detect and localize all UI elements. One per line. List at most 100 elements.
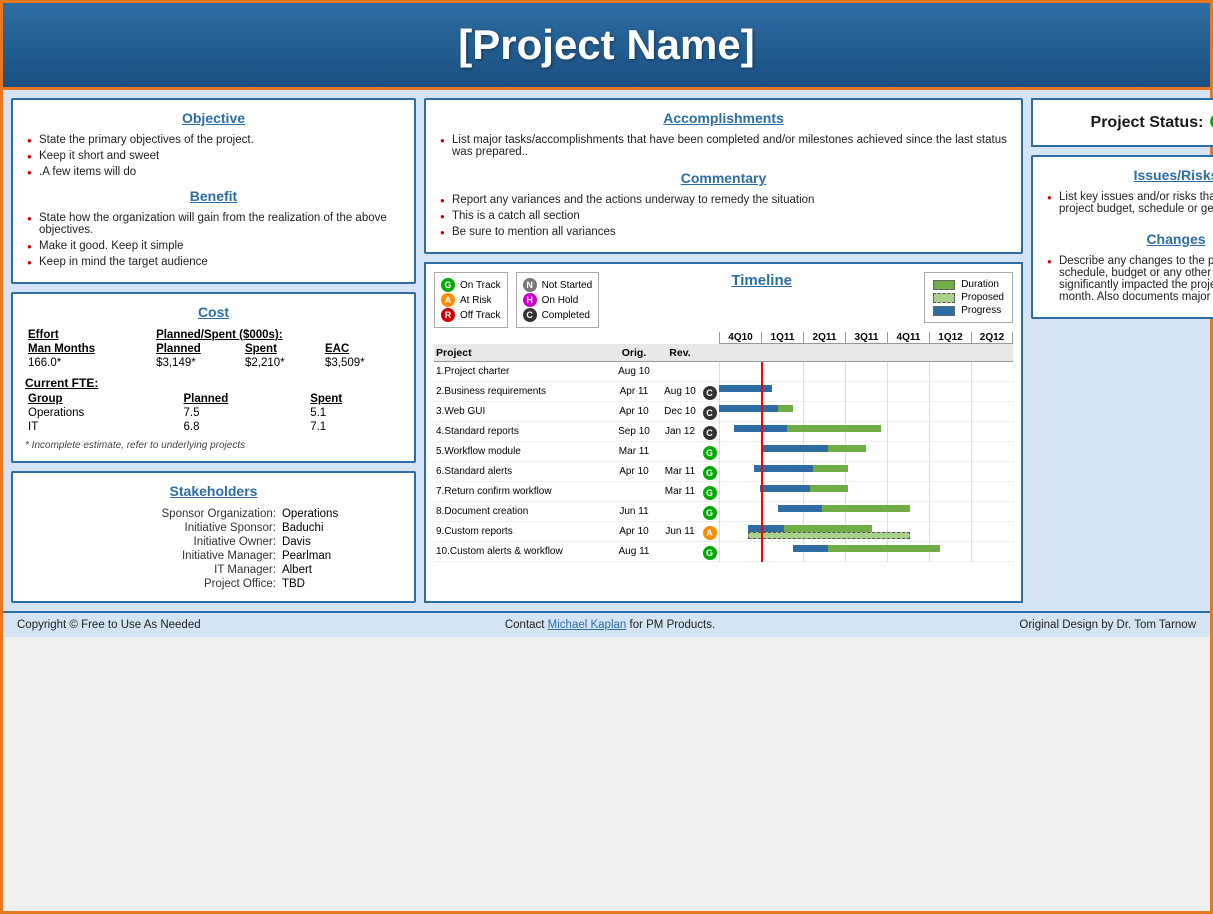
badge-c: C xyxy=(523,308,537,322)
bar-9-1 xyxy=(793,545,828,552)
track-on-hold: H On Hold xyxy=(523,293,593,307)
proj-name-2: 3.Web GUI xyxy=(434,406,609,417)
q-2q12: 2Q12 xyxy=(971,332,1013,343)
fte-label: Current FTE: xyxy=(25,376,402,390)
red-line xyxy=(761,362,763,382)
timeline-rows: 1.Project charterAug 102.Business requir… xyxy=(434,362,1013,562)
q-3q11: 3Q11 xyxy=(845,332,887,343)
proj-badge-2: C xyxy=(703,406,717,420)
track-completed-label: Completed xyxy=(542,310,590,321)
proj-rev-1: Aug 10 xyxy=(659,386,701,397)
fte-col-spent: Spent xyxy=(307,392,402,406)
legend-progress-color xyxy=(933,306,955,316)
footer-right: Original Design by Dr. Tom Tarnow xyxy=(1019,619,1196,631)
timeline-project-row-2: 3.Web GUIApr 10Dec 10C xyxy=(434,402,1013,422)
proj-orig-9: Aug 11 xyxy=(609,546,659,557)
proj-badge-3: C xyxy=(703,426,717,440)
footer-link[interactable]: Michael Kaplan xyxy=(548,619,627,631)
stake-label-3: Initiative Manager: xyxy=(25,549,282,563)
proj-rev-3: Jan 12 xyxy=(659,426,701,437)
fte-row-1: Operations 7.5 5.1 xyxy=(25,406,402,420)
middle-column: Accomplishments List major tasks/accompl… xyxy=(424,98,1023,603)
red-line xyxy=(761,462,763,482)
track-completed: C Completed xyxy=(523,308,593,322)
project-status-label: Project Status: xyxy=(1091,114,1204,132)
proj-status-4: G xyxy=(701,443,719,461)
proj-status-8: A xyxy=(701,523,719,541)
fte-spent-2: 7.1 xyxy=(307,420,402,434)
val-man-months: 166.0* xyxy=(25,356,153,370)
proj-status-9: G xyxy=(701,543,719,561)
stake-value-5: TBD xyxy=(282,577,402,591)
stake-label-0: Sponsor Organization: xyxy=(25,507,282,521)
q-4q11: 4Q11 xyxy=(887,332,929,343)
red-line xyxy=(761,442,763,462)
benefit-item-3: Keep in mind the target audience xyxy=(25,256,402,268)
timeline-project-row-6: 7.Return confirm workflowMar 11G xyxy=(434,482,1013,502)
bar-1-0 xyxy=(719,385,772,392)
col-project: Project xyxy=(434,347,609,359)
stakeholder-row-2: Initiative Owner: Davis xyxy=(25,535,402,549)
stakeholders-title: Stakeholders xyxy=(25,483,402,499)
proj-bar-area-5 xyxy=(719,462,1013,482)
timeline-quarter-headers: 4Q10 1Q11 2Q11 3Q11 4Q11 1Q12 2Q12 xyxy=(719,332,1013,344)
stake-label-2: Initiative Owner: xyxy=(25,535,282,549)
timeline-col-headers: Project Orig. Rev. xyxy=(434,344,1013,362)
q-4q10: 4Q10 xyxy=(719,332,761,343)
q-2q11: 2Q11 xyxy=(803,332,845,343)
proj-bar-area-0 xyxy=(719,362,1013,382)
fte-col-group: Group xyxy=(25,392,181,406)
accomplishment-item-1: List major tasks/accomplishments that ha… xyxy=(438,134,1009,158)
right-column: Project Status: Green Issues/Risks List … xyxy=(1031,98,1213,603)
red-line xyxy=(761,482,763,502)
timeline-project-row-1: 2.Business requirementsApr 11Aug 10C xyxy=(434,382,1013,402)
stake-label-1: Initiative Sponsor: xyxy=(25,521,282,535)
proj-orig-4: Mar 11 xyxy=(609,446,659,457)
proj-name-7: 8.Document creation xyxy=(434,506,609,517)
stakeholder-row-4: IT Manager: Albert xyxy=(25,563,402,577)
red-line xyxy=(761,422,763,442)
proj-orig-0: Aug 10 xyxy=(609,366,659,377)
objective-item-3: .A few items will do xyxy=(25,166,402,178)
proj-badge-9: G xyxy=(703,546,717,560)
proj-orig-7: Jun 11 xyxy=(609,506,659,517)
legend-duration-color xyxy=(933,280,955,290)
changes-list: Describe any changes to the project obje… xyxy=(1045,255,1213,303)
benefit-list: State how the organization will gain fro… xyxy=(25,212,402,268)
left-column: Objective State the primary objectives o… xyxy=(11,98,416,603)
timeline-title: Timeline xyxy=(607,272,916,289)
issues-item-1: List key issues and/or risks that may af… xyxy=(1045,191,1213,215)
issues-risks-title: Issues/Risks xyxy=(1045,167,1213,183)
proj-bar-area-8 xyxy=(719,522,1013,542)
objective-list: State the primary objectives of the proj… xyxy=(25,134,402,178)
proj-bar-area-9 xyxy=(719,542,1013,562)
stake-value-4: Albert xyxy=(282,563,402,577)
cost-table: Effort Planned/Spent ($000s): Man Months… xyxy=(25,328,402,370)
bar-5-1 xyxy=(754,465,813,472)
proj-rev-6: Mar 11 xyxy=(659,486,701,497)
fte-table: Group Planned Spent Operations 7.5 5.1 I… xyxy=(25,392,402,434)
track-at-risk-label: At Risk xyxy=(460,295,492,306)
effort-label: Effort xyxy=(25,328,153,342)
timeline-project-row-3: 4.Standard reportsSep 10Jan 12C xyxy=(434,422,1013,442)
fte-planned-1: 7.5 xyxy=(181,406,308,420)
proj-status-5: G xyxy=(701,463,719,481)
col-man-months: Man Months xyxy=(25,342,153,356)
benefit-item-2: Make it good. Keep it simple xyxy=(25,240,402,252)
legend-proposed-color xyxy=(933,293,955,303)
commentary-item-1: Report any variances and the actions und… xyxy=(438,194,1009,206)
col-orig: Orig. xyxy=(609,347,659,359)
timeline-chart: 4Q10 1Q11 2Q11 3Q11 4Q11 1Q12 2Q12 Proje… xyxy=(434,332,1013,562)
track-legend: G On Track A At Risk R Off Track xyxy=(434,272,508,328)
proj-rev-5: Mar 11 xyxy=(659,466,701,477)
col-planned: Planned xyxy=(153,342,242,356)
proj-orig-2: Apr 10 xyxy=(609,406,659,417)
track-legend-2: N Not Started H On Hold C Completed xyxy=(516,272,600,328)
badge-r: R xyxy=(441,308,455,322)
accomplishments-list: List major tasks/accomplishments that ha… xyxy=(438,134,1009,158)
fte-row-2: IT 6.8 7.1 xyxy=(25,420,402,434)
stakeholders-panel: Stakeholders Sponsor Organization: Opera… xyxy=(11,471,416,603)
stake-value-2: Davis xyxy=(282,535,402,549)
benefit-item-1: State how the organization will gain fro… xyxy=(25,212,402,236)
proj-name-6: 7.Return confirm workflow xyxy=(434,486,609,497)
